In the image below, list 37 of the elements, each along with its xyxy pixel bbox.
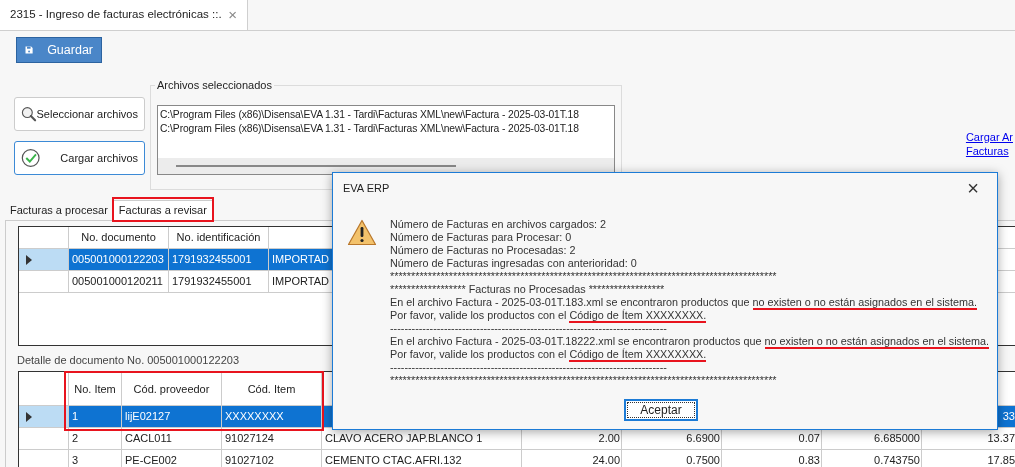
message-line: ----------------------------------------------------------------------------- — [390, 361, 668, 374]
table-cell: 0.7500 — [622, 450, 722, 467]
detail-caption: Detalle de documento No. 005001000122203 — [17, 354, 239, 366]
table-cell: 0.743750 — [822, 450, 922, 467]
table-cell: 91027102 — [222, 450, 322, 467]
table-cell: 0.83 — [722, 450, 822, 467]
table-cell: 1791932455001 — [169, 271, 269, 292]
message-line: Número de Facturas para Procesar: 0 — [390, 231, 573, 244]
table-cell: 005001000122203 — [69, 249, 169, 270]
message-line: ******************************************************************************************** — [390, 270, 778, 283]
message-line: ****************** Facturas no Procesadas ****************** — [390, 283, 666, 296]
table-cell: XXXXXXXX — [222, 406, 322, 427]
message-line: Número de Facturas ingresadas con anterioridad: 0 — [390, 257, 638, 270]
table-cell: 3 — [69, 450, 122, 467]
document-tab-title: 2315 - Ingreso de facturas electrónicas ::. — [10, 7, 222, 23]
table-cell: 1791932455001 — [169, 249, 269, 270]
message-line: ******************************************************************************************** — [390, 374, 778, 387]
file-path: C:\Program Files (x86)\Disensa\EVA 1.31 - Tardi\Facturas XML\new\Factura - 2025-03-01T.18 — [160, 122, 580, 136]
dialog-title: EVA ERP — [343, 180, 390, 196]
table-cell: 1 — [69, 406, 122, 427]
table-cell: 005001000120211 — [69, 271, 169, 292]
message-line: En el archivo Factura - 2025-03-01T.183.xml se encontraron productos que no existen o no están asignados en el sistema. — [390, 296, 978, 309]
message-line: ----------------------------------------------------------------------------- — [390, 322, 668, 335]
table-cell: 91027124 — [222, 428, 322, 449]
table-cell: 24.00 — [522, 450, 622, 467]
table-cell: CACL011 — [122, 428, 222, 449]
message-line: En el archivo Factura - 2025-03-01T.18222.xml se encontraron productos que no existen o no están asignados en el sistema. — [390, 335, 989, 348]
table-cell: 17.85 — [922, 450, 1015, 467]
table-cell: CEMENTO CTAC.AFRI.132 — [322, 450, 522, 467]
message-line: Número de Facturas en archivos cargados: 2 — [390, 218, 608, 231]
message-line: Número de Facturas no Procesadas: 2 — [390, 244, 577, 257]
table-cell: 2 — [69, 428, 122, 449]
message-line: Por favor, valide los productos con el Código de Ítem XXXXXXXX. — [390, 348, 708, 361]
table-cell: PE-CE002 — [122, 450, 222, 467]
message-line: Por favor, valide los productos con el Código de Ítem XXXXXXXX. — [390, 309, 708, 322]
file-path: C:\Program Files (x86)\Disensa\EVA 1.31 - Tardi\Facturas XML\new\Factura - 2025-03-01T.18 — [160, 108, 580, 122]
table-cell: lijE02127 — [122, 406, 222, 427]
